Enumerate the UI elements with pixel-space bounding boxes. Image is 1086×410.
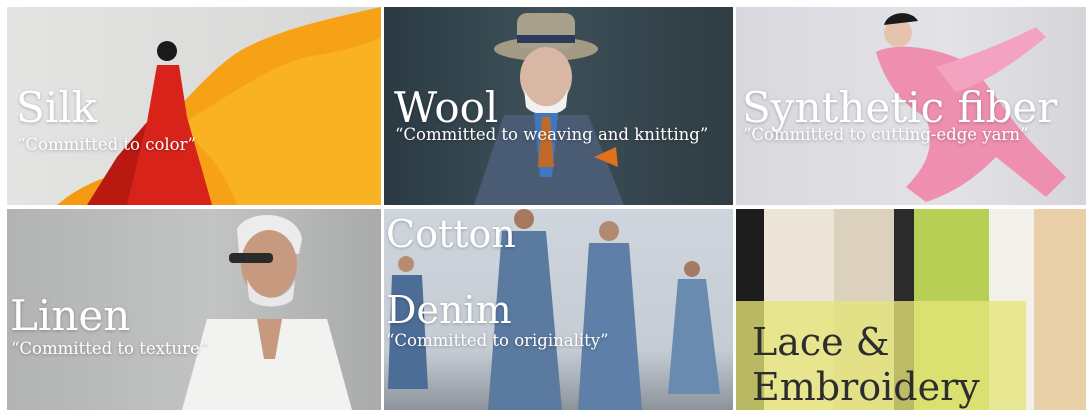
tile-lace-embroidery[interactable]: Lace & Embroidery: [736, 209, 1086, 410]
tile-cotton[interactable]: Cotton Denim “Committed to originality”: [384, 209, 733, 410]
silk-tagline: “Committed to color”: [17, 135, 196, 154]
fabric-grid: Silk “Committed to color” Wool “Committe…: [0, 0, 1086, 410]
cotton-title: Cotton: [386, 212, 516, 256]
wool-tagline: “Committed to weaving and knitting”: [395, 125, 709, 144]
tile-synthetic-fiber[interactable]: Synthetic fiber “Committed to cutting-ed…: [736, 7, 1086, 205]
lace-title-line2: Embroidery: [752, 365, 980, 409]
synthetic-tagline: “Committed to cutting-edge yarn”: [743, 125, 1029, 144]
linen-title: Linen: [10, 291, 131, 340]
tile-wool[interactable]: Wool “Committed to weaving and knitting”: [384, 7, 733, 205]
tile-linen[interactable]: Linen “Committed to texture”: [7, 209, 381, 410]
cotton-tagline: “Committed to originality”: [386, 331, 609, 350]
tile-silk[interactable]: Silk “Committed to color”: [7, 7, 381, 205]
lace-title-line1: Lace &: [752, 320, 890, 364]
denim-subtitle: Denim: [386, 288, 512, 332]
linen-tagline: “Committed to texture”: [11, 339, 209, 358]
silk-title: Silk: [16, 83, 98, 132]
wool-title: Wool: [394, 83, 499, 132]
synthetic-title: Synthetic fiber: [742, 83, 1058, 132]
